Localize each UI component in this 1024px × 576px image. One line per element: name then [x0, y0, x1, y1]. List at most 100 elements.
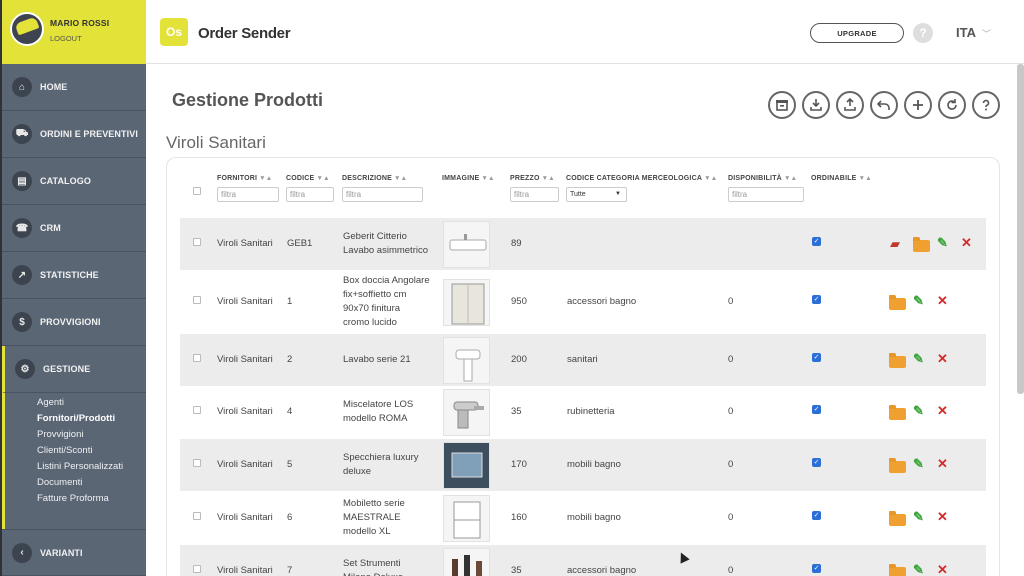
table-row[interactable]: Viroli Sanitari GEB1 Geberit Citterio Lavab… — [180, 218, 986, 270]
delete-icon[interactable]: ✕ — [937, 456, 948, 472]
col-immagine[interactable]: IMMAGINE ▼▲ — [442, 175, 495, 182]
description-line: Mobiletto serie — [343, 498, 405, 509]
col-descrizione[interactable]: DESCRIZIONE ▼▲ — [342, 175, 407, 182]
row-checkbox[interactable] — [193, 459, 201, 467]
cart-icon: ⛟ — [12, 124, 32, 144]
filter-categoria-select[interactable]: Tutte ▼ — [566, 187, 627, 202]
delete-icon[interactable]: ✕ — [961, 235, 972, 251]
table-row[interactable]: Viroli Sanitari 6 Mobiletto serie MAESTRALE… — [180, 492, 986, 544]
edit-icon[interactable]: ✎ — [913, 351, 924, 367]
table-row[interactable]: Viroli Sanitari 5 Specchiera luxury deluxe 1… — [180, 439, 986, 491]
variants-icon[interactable]: ▰ — [890, 236, 900, 252]
sort-icon[interactable]: ▼▲ — [259, 175, 272, 182]
ordinabile-checkbox[interactable]: ✓ — [812, 405, 821, 414]
col-categoria[interactable]: CODICE CATEGORIA MERCEOLOGICA ▼▲ — [566, 175, 717, 182]
ordinabile-checkbox[interactable]: ✓ — [812, 237, 821, 246]
filter-codice-input[interactable]: filtra — [286, 187, 334, 202]
ordinabile-checkbox[interactable]: ✓ — [812, 511, 821, 520]
sidebar-item-ordini[interactable]: ⛟ ORDINI E PREVENTIVI — [2, 111, 146, 158]
description-line: deluxe — [343, 466, 371, 477]
col-fornitori[interactable]: FORNITORI ▼▲ — [217, 175, 272, 182]
add-icon[interactable] — [904, 91, 932, 119]
table-row[interactable]: Viroli Sanitari 1 Box doccia Angolare fix+s… — [180, 271, 986, 333]
delete-icon[interactable]: ✕ — [937, 509, 948, 525]
delete-icon[interactable]: ✕ — [937, 403, 948, 419]
submenu-item[interactable]: Agenti — [37, 395, 146, 411]
download-icon[interactable] — [802, 91, 830, 119]
product-image[interactable] — [443, 279, 490, 326]
undo-icon[interactable] — [870, 91, 898, 119]
ordinabile-checkbox[interactable]: ✓ — [812, 353, 821, 362]
product-image[interactable] — [443, 548, 490, 576]
sidebar-item-catalogo[interactable]: ▤ CATALOGO — [2, 158, 146, 205]
refresh-icon[interactable] — [938, 91, 966, 119]
submenu-item[interactable]: Provvigioni — [37, 427, 146, 443]
product-image[interactable] — [443, 442, 490, 489]
filter-disponibilita-input[interactable]: filtra — [728, 187, 804, 202]
sidebar-item-varianti[interactable]: ‹ VARIANTI — [2, 529, 146, 576]
avatar[interactable] — [10, 12, 44, 46]
col-ordinabile[interactable]: ORDINABILE ▼▲ — [811, 175, 872, 182]
sidebar-item-provvigioni[interactable]: $ PROVVIGIONI — [2, 299, 146, 346]
table-row[interactable]: Viroli Sanitari 4 Miscelatore LOS modello R… — [180, 386, 986, 438]
upload-icon[interactable] — [836, 91, 864, 119]
row-checkbox[interactable] — [193, 406, 201, 414]
sort-icon[interactable]: ▼▲ — [481, 175, 494, 182]
upgrade-button[interactable]: UPGRADE — [810, 23, 904, 43]
row-checkbox[interactable] — [193, 512, 201, 520]
row-checkbox[interactable] — [193, 238, 201, 246]
logout-link[interactable]: LOGOUT — [50, 34, 82, 43]
product-image[interactable] — [443, 221, 490, 268]
sort-icon[interactable]: ▼▲ — [542, 175, 555, 182]
page-scrollbar[interactable] — [1017, 64, 1024, 394]
sidebar-item-home[interactable]: ⌂ HOME — [2, 64, 146, 111]
row-checkbox[interactable] — [193, 296, 201, 304]
sidebar-item-crm[interactable]: ☎ CRM — [2, 205, 146, 252]
product-image[interactable] — [443, 389, 490, 436]
sort-icon[interactable]: ▼▲ — [316, 175, 329, 182]
sort-icon[interactable]: ▼▲ — [704, 175, 717, 182]
sort-icon[interactable]: ▼▲ — [784, 175, 797, 182]
delete-icon[interactable]: ✕ — [937, 562, 948, 576]
delete-icon[interactable]: ✕ — [937, 293, 948, 309]
sidebar-item-statistiche[interactable]: ↗ STATISTICHE — [2, 252, 146, 299]
language-selector[interactable]: ITA — [956, 25, 976, 40]
edit-icon[interactable]: ✎ — [937, 235, 948, 251]
delete-icon[interactable]: ✕ — [937, 351, 948, 367]
col-prezzo[interactable]: PREZZO ▼▲ — [510, 175, 555, 182]
product-image[interactable] — [443, 337, 490, 384]
filter-descrizione-input[interactable]: filtra — [342, 187, 423, 202]
submenu-item[interactable]: Fatture Proforma — [37, 491, 146, 507]
submenu-item[interactable]: Clienti/Sconti — [37, 443, 146, 459]
col-codice[interactable]: CODICE ▼▲ — [286, 175, 330, 182]
help-icon[interactable] — [972, 91, 1000, 119]
sort-icon[interactable]: ▼▲ — [394, 175, 407, 182]
filter-fornitori-input[interactable]: filtra — [217, 187, 279, 202]
row-checkbox[interactable] — [193, 354, 201, 362]
select-all-checkbox[interactable] — [193, 187, 201, 195]
ordinabile-checkbox[interactable]: ✓ — [812, 295, 821, 304]
filter-prezzo-input[interactable]: filtra — [510, 187, 559, 202]
submenu-item[interactable]: Listini Personalizzati — [37, 459, 146, 475]
col-fornitori-label: FORNITORI — [217, 175, 258, 182]
ordinabile-checkbox[interactable]: ✓ — [812, 458, 821, 467]
cell-fornitore: Viroli Sanitari — [217, 406, 273, 417]
edit-icon[interactable]: ✎ — [913, 509, 924, 525]
archive-icon[interactable] — [768, 91, 796, 119]
table-row[interactable]: Viroli Sanitari 2 Lavabo serie 21 200 sanita… — [180, 334, 986, 386]
help-icon[interactable]: ? — [913, 23, 933, 43]
chevron-down-icon[interactable]: ﹀ — [982, 27, 991, 40]
sort-icon[interactable]: ▼▲ — [859, 175, 872, 182]
ordinabile-checkbox[interactable]: ✓ — [812, 564, 821, 573]
edit-icon[interactable]: ✎ — [913, 562, 924, 576]
submenu-item[interactable]: Fornitori/Prodotti — [37, 411, 146, 427]
row-checkbox[interactable] — [193, 565, 201, 573]
edit-icon[interactable]: ✎ — [913, 403, 924, 419]
sidebar-item-gestione[interactable]: ⚙ GESTIONE — [2, 346, 146, 393]
edit-icon[interactable]: ✎ — [913, 293, 924, 309]
submenu-item[interactable]: Documenti — [37, 475, 146, 491]
edit-icon[interactable]: ✎ — [913, 456, 924, 472]
product-image[interactable] — [443, 495, 490, 542]
col-disponibilita[interactable]: DISPONIBILITÀ ▼▲ — [728, 175, 797, 182]
table-row[interactable]: Viroli Sanitari 7 Set Strumenti Milano Delu… — [180, 545, 986, 576]
